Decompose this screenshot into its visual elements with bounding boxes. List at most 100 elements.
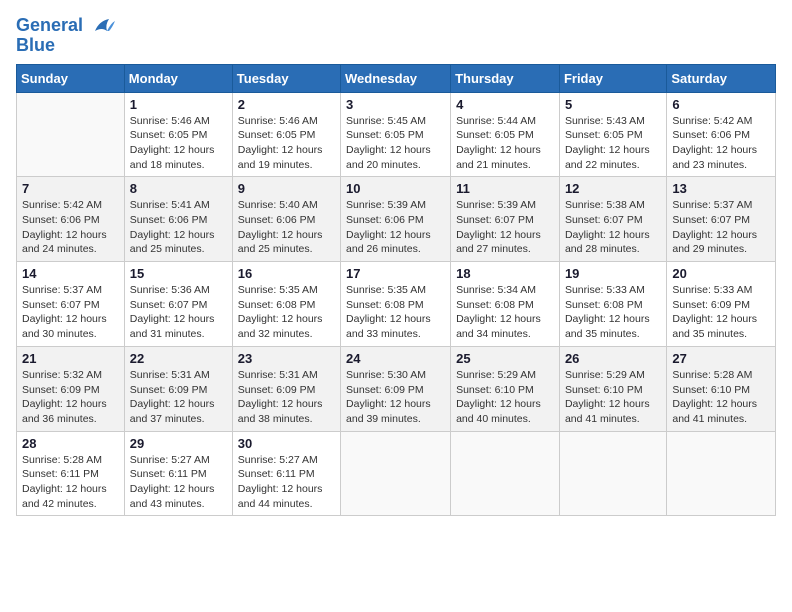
calendar-cell xyxy=(667,431,776,516)
day-number: 2 xyxy=(238,97,335,112)
weekday-header: Monday xyxy=(124,64,232,92)
weekday-header: Sunday xyxy=(17,64,125,92)
day-number: 12 xyxy=(565,181,661,196)
calendar-cell: 25 Sunrise: 5:29 AM Sunset: 6:10 PM Dayli… xyxy=(451,346,560,431)
day-info: Sunrise: 5:43 AM Sunset: 6:05 PM Dayligh… xyxy=(565,114,661,173)
day-info: Sunrise: 5:35 AM Sunset: 6:08 PM Dayligh… xyxy=(238,283,335,342)
calendar-cell: 22Sunrise: 5:31 AM Sunset: 6:09 PM Dayli… xyxy=(124,346,232,431)
day-number: 6 xyxy=(672,97,770,112)
calendar-cell: 26 Sunrise: 5:29 AM Sunset: 6:10 PM Dayli… xyxy=(559,346,666,431)
day-info: Sunrise: 5:35 AM Sunset: 6:08 PM Dayligh… xyxy=(346,283,445,342)
weekday-header: Tuesday xyxy=(232,64,340,92)
day-number: 30 xyxy=(238,436,335,451)
day-info: Sunrise: 5:27 AM Sunset: 6:11 PM Dayligh… xyxy=(130,453,227,512)
page-header: General Blue xyxy=(16,16,776,56)
day-info: Sunrise: 5:29 AM Sunset: 6:10 PM Dayligh… xyxy=(565,368,661,427)
day-number: 1 xyxy=(130,97,227,112)
day-number: 7 xyxy=(22,181,119,196)
calendar-cell: 21 Sunrise: 5:32 AM Sunset: 6:09 PM Dayli… xyxy=(17,346,125,431)
day-info: Sunrise: 5:39 AM Sunset: 6:07 PM Dayligh… xyxy=(456,198,554,257)
day-info: Sunrise: 5:28 AM Sunset: 6:10 PM Dayligh… xyxy=(672,368,770,427)
calendar-week-row: 28 Sunrise: 5:28 AM Sunset: 6:11 PM Dayli… xyxy=(17,431,776,516)
calendar-week-row: 1 Sunrise: 5:46 AM Sunset: 6:05 PM Daylig… xyxy=(17,92,776,177)
logo-blue: Blue xyxy=(16,36,83,56)
calendar-cell: 4Sunrise: 5:44 AM Sunset: 6:05 PM Daylig… xyxy=(451,92,560,177)
day-number: 8 xyxy=(130,181,227,196)
day-info: Sunrise: 5:37 AM Sunset: 6:07 PM Dayligh… xyxy=(672,198,770,257)
day-info: Sunrise: 5:29 AM Sunset: 6:10 PM Dayligh… xyxy=(456,368,554,427)
calendar-table: SundayMondayTuesdayWednesdayThursdayFrid… xyxy=(16,64,776,517)
calendar-cell: 17 Sunrise: 5:35 AM Sunset: 6:08 PM Dayli… xyxy=(341,262,451,347)
calendar-cell: 19 Sunrise: 5:33 AM Sunset: 6:08 PM Dayli… xyxy=(559,262,666,347)
day-number: 14 xyxy=(22,266,119,281)
day-number: 17 xyxy=(346,266,445,281)
day-info: Sunrise: 5:46 AM Sunset: 6:05 PM Dayligh… xyxy=(130,114,227,173)
calendar-cell: 28 Sunrise: 5:28 AM Sunset: 6:11 PM Dayli… xyxy=(17,431,125,516)
weekday-header-row: SundayMondayTuesdayWednesdayThursdayFrid… xyxy=(17,64,776,92)
day-number: 23 xyxy=(238,351,335,366)
day-info: Sunrise: 5:32 AM Sunset: 6:09 PM Dayligh… xyxy=(22,368,119,427)
calendar-cell: 12 Sunrise: 5:38 AM Sunset: 6:07 PM Dayli… xyxy=(559,177,666,262)
calendar-cell: 8 Sunrise: 5:41 AM Sunset: 6:06 PM Daylig… xyxy=(124,177,232,262)
day-number: 11 xyxy=(456,181,554,196)
day-number: 21 xyxy=(22,351,119,366)
calendar-cell: 9 Sunrise: 5:40 AM Sunset: 6:06 PM Daylig… xyxy=(232,177,340,262)
calendar-cell: 5 Sunrise: 5:43 AM Sunset: 6:05 PM Daylig… xyxy=(559,92,666,177)
calendar-cell: 27 Sunrise: 5:28 AM Sunset: 6:10 PM Dayli… xyxy=(667,346,776,431)
logo-bird-icon xyxy=(87,13,117,48)
weekday-header: Thursday xyxy=(451,64,560,92)
day-number: 3 xyxy=(346,97,445,112)
calendar-cell xyxy=(341,431,451,516)
day-number: 16 xyxy=(238,266,335,281)
calendar-cell xyxy=(559,431,666,516)
calendar-cell: 3Sunrise: 5:45 AM Sunset: 6:05 PM Daylig… xyxy=(341,92,451,177)
day-info: Sunrise: 5:31 AM Sunset: 6:09 PM Dayligh… xyxy=(130,368,227,427)
day-number: 25 xyxy=(456,351,554,366)
day-number: 29 xyxy=(130,436,227,451)
calendar-cell: 29 Sunrise: 5:27 AM Sunset: 6:11 PM Dayli… xyxy=(124,431,232,516)
logo: General Blue xyxy=(16,16,117,56)
day-info: Sunrise: 5:40 AM Sunset: 6:06 PM Dayligh… xyxy=(238,198,335,257)
day-info: Sunrise: 5:36 AM Sunset: 6:07 PM Dayligh… xyxy=(130,283,227,342)
day-number: 28 xyxy=(22,436,119,451)
day-info: Sunrise: 5:39 AM Sunset: 6:06 PM Dayligh… xyxy=(346,198,445,257)
calendar-cell: 6Sunrise: 5:42 AM Sunset: 6:06 PM Daylig… xyxy=(667,92,776,177)
day-info: Sunrise: 5:37 AM Sunset: 6:07 PM Dayligh… xyxy=(22,283,119,342)
calendar-cell: 20Sunrise: 5:33 AM Sunset: 6:09 PM Dayli… xyxy=(667,262,776,347)
day-number: 5 xyxy=(565,97,661,112)
day-info: Sunrise: 5:27 AM Sunset: 6:11 PM Dayligh… xyxy=(238,453,335,512)
day-info: Sunrise: 5:34 AM Sunset: 6:08 PM Dayligh… xyxy=(456,283,554,342)
calendar-cell: 13Sunrise: 5:37 AM Sunset: 6:07 PM Dayli… xyxy=(667,177,776,262)
calendar-cell: 2 Sunrise: 5:46 AM Sunset: 6:05 PM Daylig… xyxy=(232,92,340,177)
calendar-cell: 7 Sunrise: 5:42 AM Sunset: 6:06 PM Daylig… xyxy=(17,177,125,262)
day-number: 9 xyxy=(238,181,335,196)
day-info: Sunrise: 5:42 AM Sunset: 6:06 PM Dayligh… xyxy=(22,198,119,257)
day-number: 26 xyxy=(565,351,661,366)
day-info: Sunrise: 5:33 AM Sunset: 6:08 PM Dayligh… xyxy=(565,283,661,342)
calendar-cell: 14 Sunrise: 5:37 AM Sunset: 6:07 PM Dayli… xyxy=(17,262,125,347)
calendar-cell xyxy=(451,431,560,516)
day-number: 20 xyxy=(672,266,770,281)
calendar-cell: 15Sunrise: 5:36 AM Sunset: 6:07 PM Dayli… xyxy=(124,262,232,347)
day-number: 27 xyxy=(672,351,770,366)
day-number: 10 xyxy=(346,181,445,196)
calendar-cell: 16 Sunrise: 5:35 AM Sunset: 6:08 PM Dayli… xyxy=(232,262,340,347)
day-info: Sunrise: 5:28 AM Sunset: 6:11 PM Dayligh… xyxy=(22,453,119,512)
calendar-cell xyxy=(17,92,125,177)
day-info: Sunrise: 5:46 AM Sunset: 6:05 PM Dayligh… xyxy=(238,114,335,173)
day-info: Sunrise: 5:41 AM Sunset: 6:06 PM Dayligh… xyxy=(130,198,227,257)
day-number: 18 xyxy=(456,266,554,281)
calendar-week-row: 7 Sunrise: 5:42 AM Sunset: 6:06 PM Daylig… xyxy=(17,177,776,262)
day-info: Sunrise: 5:38 AM Sunset: 6:07 PM Dayligh… xyxy=(565,198,661,257)
calendar-cell: 10 Sunrise: 5:39 AM Sunset: 6:06 PM Dayli… xyxy=(341,177,451,262)
calendar-cell: 30 Sunrise: 5:27 AM Sunset: 6:11 PM Dayli… xyxy=(232,431,340,516)
calendar-cell: 24 Sunrise: 5:30 AM Sunset: 6:09 PM Dayli… xyxy=(341,346,451,431)
calendar-cell: 18 Sunrise: 5:34 AM Sunset: 6:08 PM Dayli… xyxy=(451,262,560,347)
day-info: Sunrise: 5:30 AM Sunset: 6:09 PM Dayligh… xyxy=(346,368,445,427)
day-number: 24 xyxy=(346,351,445,366)
day-info: Sunrise: 5:44 AM Sunset: 6:05 PM Dayligh… xyxy=(456,114,554,173)
weekday-header: Friday xyxy=(559,64,666,92)
day-info: Sunrise: 5:31 AM Sunset: 6:09 PM Dayligh… xyxy=(238,368,335,427)
day-number: 19 xyxy=(565,266,661,281)
calendar-week-row: 14 Sunrise: 5:37 AM Sunset: 6:07 PM Dayli… xyxy=(17,262,776,347)
